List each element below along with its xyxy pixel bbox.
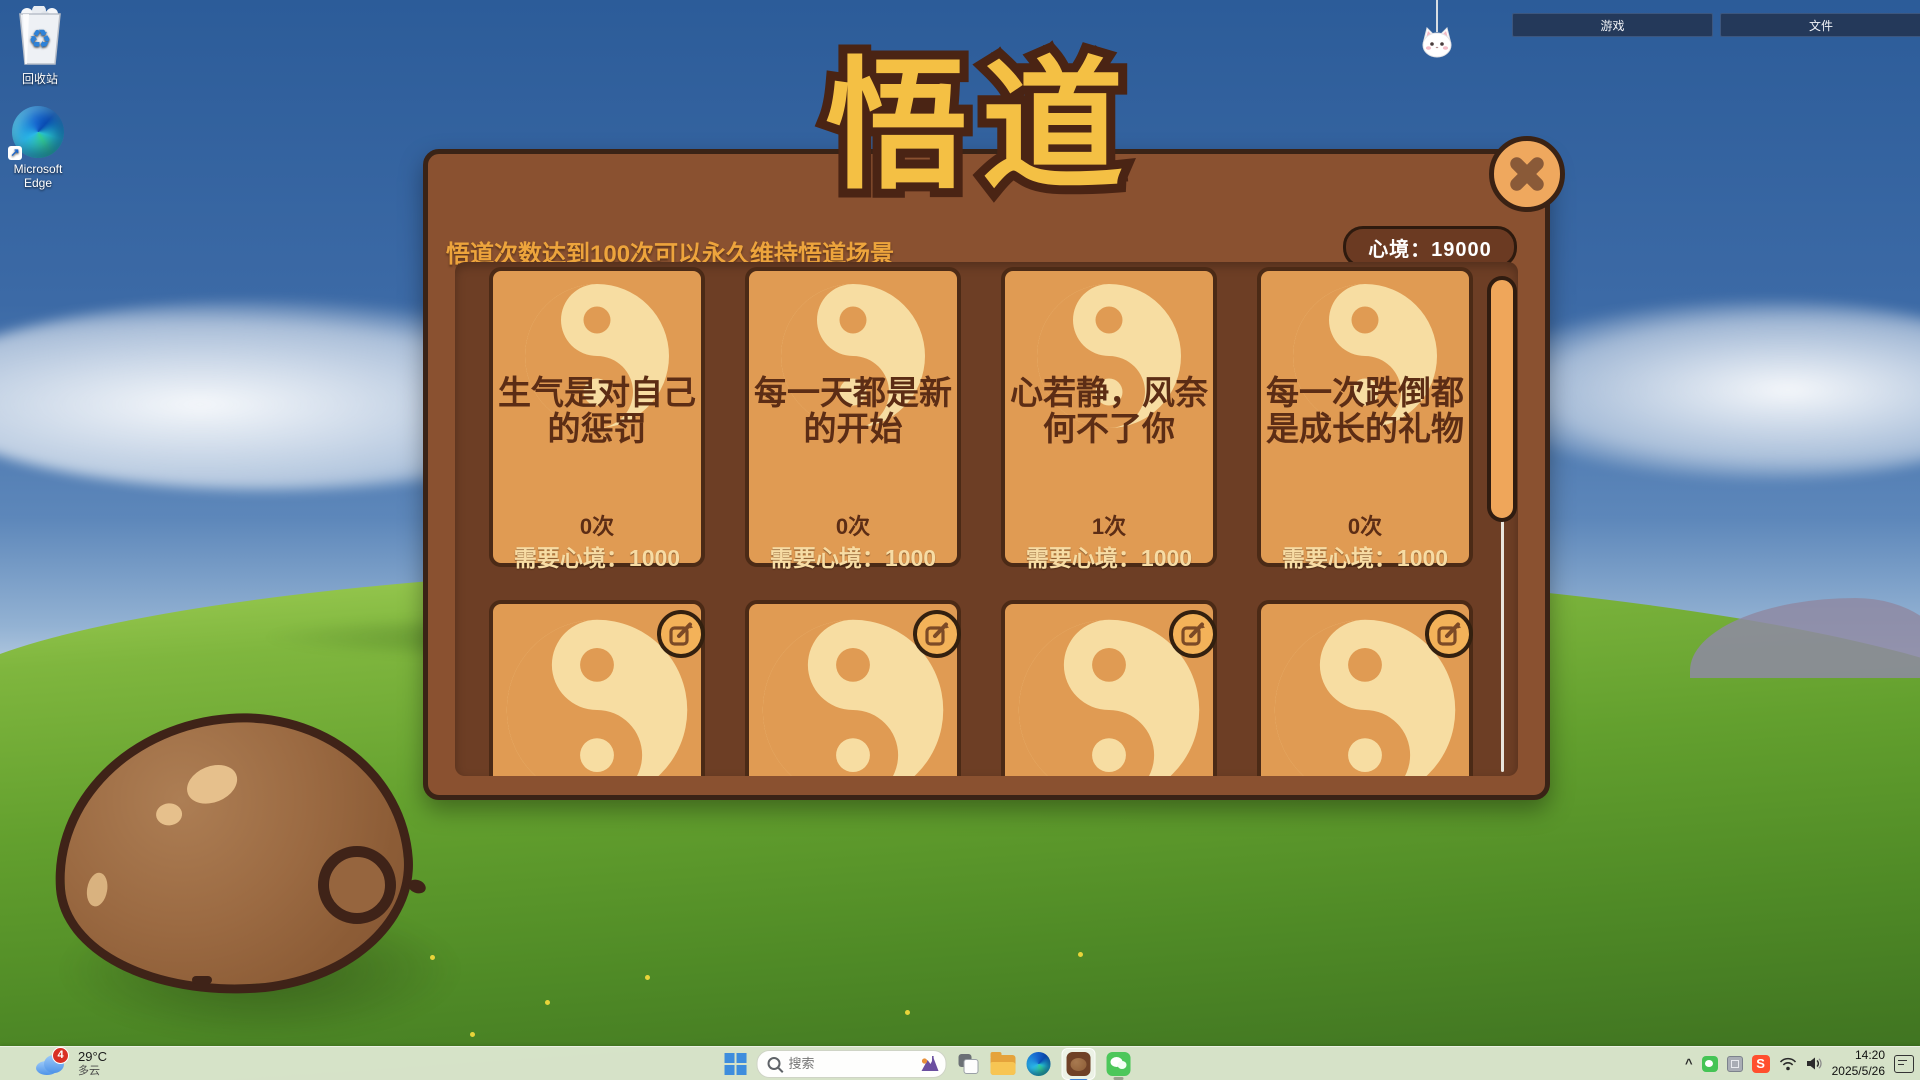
clock-date: 2025/5/26 <box>1832 1064 1885 1080</box>
flower <box>545 1000 550 1005</box>
sogou-input-icon[interactable]: S <box>1752 1055 1770 1073</box>
desktop-icon-edge[interactable]: ↗ Microsoft Edge <box>0 106 76 190</box>
pet-character[interactable] <box>42 700 432 1010</box>
edit-scene-button[interactable] <box>657 610 705 658</box>
scene-card[interactable] <box>1001 600 1217 776</box>
quote-cost: 需要心境：1000 <box>493 539 701 573</box>
quote-count: 1次 <box>1005 509 1213 541</box>
speaker-icon[interactable] <box>1806 1056 1823 1071</box>
weather-badge: 4 <box>52 1047 69 1064</box>
edit-scene-button[interactable] <box>1425 610 1473 658</box>
weather-condition: 多云 <box>78 1065 107 1078</box>
quote-card[interactable]: 每一天都是新的开始 0次 需要心境：1000 <box>745 267 961 567</box>
taskbar-search[interactable] <box>757 1050 947 1078</box>
search-icon <box>768 1057 781 1070</box>
weather-temperature: 29°C <box>78 1050 107 1065</box>
scene-card[interactable] <box>1257 600 1473 776</box>
pet-tail <box>318 846 396 924</box>
quote-text: 心若静，风奈何不了你 <box>1009 307 1209 515</box>
pet-highlight <box>84 871 110 908</box>
search-highlight-icon <box>920 1055 940 1073</box>
game-taskbar-button-active[interactable] <box>1062 1048 1096 1080</box>
quote-text: 生气是对自己的惩罚 <box>497 307 697 515</box>
close-button[interactable] <box>1489 136 1565 212</box>
edge-taskbar-button[interactable] <box>1027 1052 1051 1076</box>
clock-time: 14:20 <box>1832 1048 1885 1064</box>
quote-text: 每一天都是新的开始 <box>753 307 953 515</box>
edit-icon <box>1180 621 1206 647</box>
quote-cost: 需要心境：1000 <box>1261 539 1469 573</box>
scene-card[interactable] <box>489 600 705 776</box>
flower <box>645 975 650 980</box>
running-app-indicator <box>1114 1077 1124 1080</box>
quote-card[interactable]: 每一次跌倒都是成长的礼物 0次 需要心境：1000 <box>1257 267 1473 567</box>
edit-icon <box>668 621 694 647</box>
edit-scene-button[interactable] <box>913 610 961 658</box>
tray-chevron-icon[interactable]: ^ <box>1685 1057 1693 1070</box>
quote-cost: 需要心境：1000 <box>749 539 957 573</box>
clock[interactable]: 14:20 2025/5/26 <box>1832 1048 1885 1079</box>
edit-icon <box>924 621 950 647</box>
game-app-icon <box>1067 1052 1091 1076</box>
pet-foot <box>192 976 212 984</box>
pet-highlight <box>181 758 243 811</box>
task-view-button[interactable] <box>958 1053 980 1075</box>
quote-text: 每一次跌倒都是成长的礼物 <box>1265 307 1465 515</box>
quote-card[interactable]: 生气是对自己的惩罚 0次 需要心境：1000 <box>489 267 705 567</box>
desktop-screen: ♻ 回收站 ↗ Microsoft Edge 游戏 文件 <box>0 0 1920 1080</box>
scrollbar-thumb[interactable] <box>1487 276 1517 522</box>
wifi-icon[interactable] <box>1779 1057 1797 1071</box>
flower <box>905 1010 910 1015</box>
wechat-taskbar-button[interactable] <box>1107 1052 1131 1076</box>
quote-count: 0次 <box>749 509 957 541</box>
edge-icon: ↗ <box>12 106 64 158</box>
notification-center-icon[interactable] <box>1894 1055 1914 1073</box>
edit-icon <box>1436 621 1462 647</box>
file-explorer-button[interactable] <box>991 1055 1016 1075</box>
scene-card[interactable] <box>745 600 961 776</box>
edit-scene-button[interactable] <box>1169 610 1217 658</box>
file-menu-button[interactable]: 文件 <box>1720 13 1920 37</box>
start-button[interactable] <box>725 1053 746 1074</box>
flower <box>470 1032 475 1037</box>
quote-card[interactable]: 心若静，风奈何不了你 1次 需要心境：1000 <box>1001 267 1217 567</box>
game-menu-button[interactable]: 游戏 <box>1512 13 1713 37</box>
shortcut-arrow-icon: ↗ <box>8 146 22 160</box>
search-input[interactable] <box>787 1055 914 1072</box>
scrollbar-track[interactable] <box>1501 520 1504 772</box>
svg-text:♻: ♻ <box>28 25 51 55</box>
edge-label: Microsoft Edge <box>0 162 76 190</box>
quote-count: 0次 <box>493 509 701 541</box>
pet-tail-tip <box>406 877 427 895</box>
quote-count: 0次 <box>1261 509 1469 541</box>
pet-highlight <box>155 802 182 826</box>
game-menu-label: 游戏 <box>1600 17 1624 34</box>
flower <box>1078 952 1083 957</box>
wechat-tray-icon[interactable] <box>1702 1056 1718 1072</box>
weather-widget[interactable]: 4 29°C 多云 <box>34 1050 107 1078</box>
quote-cost: 需要心境：1000 <box>1005 539 1213 573</box>
enlightenment-panel: 悟道次数达到100次可以永久维持悟道场景 心境：19000 生气是对自己的惩罚 … <box>423 149 1550 800</box>
weather-cloud-icon: 4 <box>34 1051 72 1077</box>
card-grid-area: 生气是对自己的惩罚 0次 需要心境：1000 每一天都是新的开始 0次 需要心境… <box>455 262 1518 776</box>
taskbar: 4 29°C 多云 <box>0 1046 1920 1080</box>
file-menu-label: 文件 <box>1809 17 1833 34</box>
recycle-bin-label: 回收站 <box>2 70 78 87</box>
desktop-icon-recycle-bin[interactable]: ♻ 回收站 <box>2 6 78 87</box>
recycle-bin-icon: ♻ <box>15 6 65 66</box>
cat-toy-icon[interactable] <box>1419 26 1455 63</box>
tray-app-icon[interactable] <box>1727 1056 1743 1072</box>
